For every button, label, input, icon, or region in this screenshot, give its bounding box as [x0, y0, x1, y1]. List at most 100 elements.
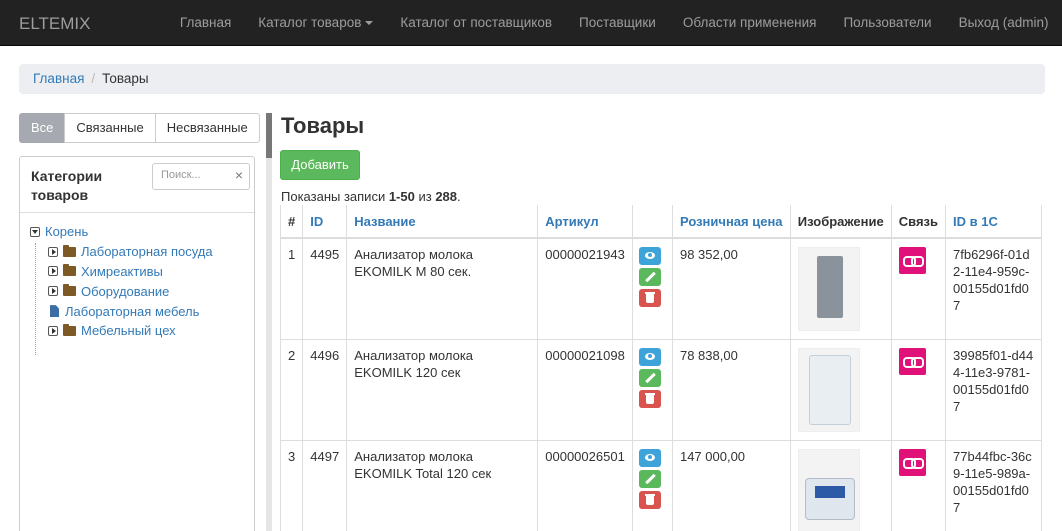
- breadcrumb-current: Товары: [102, 71, 149, 86]
- row-id1c: 7fb6296f-01d2-11e4-959c-00155d01fd07: [945, 238, 1042, 340]
- row-num: 3: [279, 440, 304, 531]
- categories-panel: Категории товаров Поиск... × Корень Лабо…: [19, 156, 255, 531]
- table-header-row: # ID Название Артикул Розничная цена Изо…: [279, 205, 1042, 239]
- edit-icon[interactable]: [638, 470, 661, 488]
- view-icon[interactable]: [638, 449, 661, 467]
- row-id1c: 77b44fbc-36c9-11e5-989a-00155d01fd07: [945, 440, 1042, 531]
- row-id1c: 39985f01-d444-11e3-9781-00155d01fd07: [945, 339, 1042, 441]
- filter-linked-button[interactable]: Связанные: [64, 113, 156, 143]
- expand-icon[interactable]: [48, 325, 58, 336]
- folder-icon: [63, 323, 76, 336]
- product-image[interactable]: [797, 348, 860, 432]
- row-sku: 00000021098: [537, 339, 633, 441]
- delete-icon[interactable]: [638, 390, 661, 408]
- delete-icon[interactable]: [638, 491, 661, 509]
- nav-home[interactable]: Главная: [166, 0, 244, 46]
- edit-icon[interactable]: [638, 268, 661, 286]
- col-price-sort[interactable]: Розничная цена: [672, 205, 791, 239]
- brand-logo[interactable]: ELTEMIX: [19, 14, 90, 34]
- row-image: [790, 238, 892, 340]
- col-image: Изображение: [790, 205, 892, 239]
- col-link: Связь: [891, 205, 947, 239]
- row-id: 4495: [302, 238, 348, 340]
- tree-label-equipment[interactable]: Оборудование: [81, 284, 169, 299]
- clear-icon[interactable]: ×: [235, 167, 243, 183]
- tree-label-furniture-shop[interactable]: Мебельный цех: [81, 323, 176, 338]
- product-image[interactable]: [797, 449, 860, 531]
- row-actions: [632, 238, 673, 340]
- records-summary: Показаны записи 1-50 из 288.: [281, 189, 461, 204]
- delete-icon[interactable]: [638, 289, 661, 307]
- row-link: [891, 238, 947, 340]
- summary-suffix: .: [457, 189, 461, 204]
- summary-range: 1-50: [388, 189, 415, 204]
- products-table: # ID Название Артикул Розничная цена Изо…: [279, 205, 1042, 531]
- col-sku-sort[interactable]: Артикул: [537, 205, 633, 239]
- search-placeholder: Поиск...: [161, 169, 201, 181]
- row-actions: [632, 339, 673, 441]
- nav-users[interactable]: Пользователи: [830, 0, 945, 46]
- col-id-sort[interactable]: ID: [302, 205, 348, 239]
- tree-node-lab-furniture[interactable]: Лабораторная мебель: [30, 301, 254, 321]
- row-actions: [632, 440, 673, 531]
- add-product-button[interactable]: Добавить: [280, 150, 360, 180]
- tree-node-reagents[interactable]: Химреактивы: [30, 262, 254, 282]
- col-actions: [632, 205, 673, 239]
- tree-label-root[interactable]: Корень: [45, 224, 88, 239]
- folder-icon: [63, 284, 76, 297]
- row-num: 1: [279, 238, 304, 340]
- panel-splitter[interactable]: [266, 113, 272, 531]
- product-image-screen: [814, 486, 845, 498]
- nav-suppliers[interactable]: Поставщики: [566, 0, 670, 46]
- link-filter-group: Все Связанные Несвязанные: [19, 113, 260, 143]
- tree-node-labware[interactable]: Лабораторная посуда: [30, 242, 254, 262]
- tree-node-equipment[interactable]: Оборудование: [30, 281, 254, 301]
- row-sku: 00000026501: [537, 440, 633, 531]
- row-id: 4496: [302, 339, 348, 441]
- folder-icon: [63, 244, 76, 257]
- collapse-icon[interactable]: [30, 226, 40, 237]
- caret-down-icon: [365, 21, 374, 26]
- table-row: 3 4497 Анализатор молока EKOMILK Total 1…: [279, 440, 1042, 531]
- row-name: Анализатор молока EKOMILK Total 120 сек: [346, 440, 539, 531]
- row-image: [790, 440, 892, 531]
- tree-label-reagents[interactable]: Химреактивы: [81, 264, 163, 279]
- tree-label-labware[interactable]: Лабораторная посуда: [81, 244, 213, 259]
- row-price: 98 352,00: [672, 238, 791, 340]
- nav-supplier-catalog[interactable]: Каталог от поставщиков: [387, 0, 566, 46]
- edit-icon[interactable]: [638, 369, 661, 387]
- page-title: Товары: [281, 113, 365, 138]
- nav-applications[interactable]: Области применения: [669, 0, 830, 46]
- col-name-sort[interactable]: Название: [346, 205, 539, 239]
- category-search-input[interactable]: Поиск... ×: [152, 163, 250, 190]
- table-row: 2 4496 Анализатор молока EKOMILK 120 сек…: [279, 339, 1042, 441]
- breadcrumb-home[interactable]: Главная: [33, 71, 84, 86]
- breadcrumb-separator: /: [91, 71, 96, 86]
- row-num: 2: [279, 339, 304, 441]
- tree-node-furniture-shop[interactable]: Мебельный цех: [30, 321, 254, 341]
- view-icon[interactable]: [638, 247, 661, 265]
- link-icon[interactable]: [898, 449, 926, 476]
- filter-all-button[interactable]: Все: [19, 113, 66, 143]
- nav-catalog[interactable]: Каталог товаров: [245, 0, 387, 46]
- link-icon[interactable]: [898, 348, 926, 375]
- row-name: Анализатор молока EKOMILK M 80 сек.: [346, 238, 539, 340]
- expand-icon[interactable]: [48, 246, 58, 257]
- category-tree: Корень Лабораторная посуда Химреактивы О…: [20, 213, 254, 355]
- expand-icon[interactable]: [48, 286, 58, 297]
- row-image: [790, 339, 892, 441]
- breadcrumb: Главная / Товары: [19, 64, 1045, 94]
- link-icon[interactable]: [898, 247, 926, 274]
- product-image[interactable]: [797, 247, 860, 331]
- filter-unlinked-button[interactable]: Несвязанные: [154, 113, 260, 143]
- categories-title: Категории товаров: [31, 168, 103, 203]
- summary-total: 288: [435, 189, 458, 204]
- view-icon[interactable]: [638, 348, 661, 366]
- col-id1c-sort[interactable]: ID в 1С: [945, 205, 1042, 239]
- expand-icon[interactable]: [48, 266, 58, 277]
- nav-logout[interactable]: Выход (admin): [945, 0, 1062, 46]
- folder-icon: [63, 264, 76, 277]
- product-image-shape: [808, 355, 851, 425]
- tree-node-root[interactable]: Корень: [30, 222, 254, 242]
- tree-label-lab-furniture[interactable]: Лабораторная мебель: [65, 304, 199, 319]
